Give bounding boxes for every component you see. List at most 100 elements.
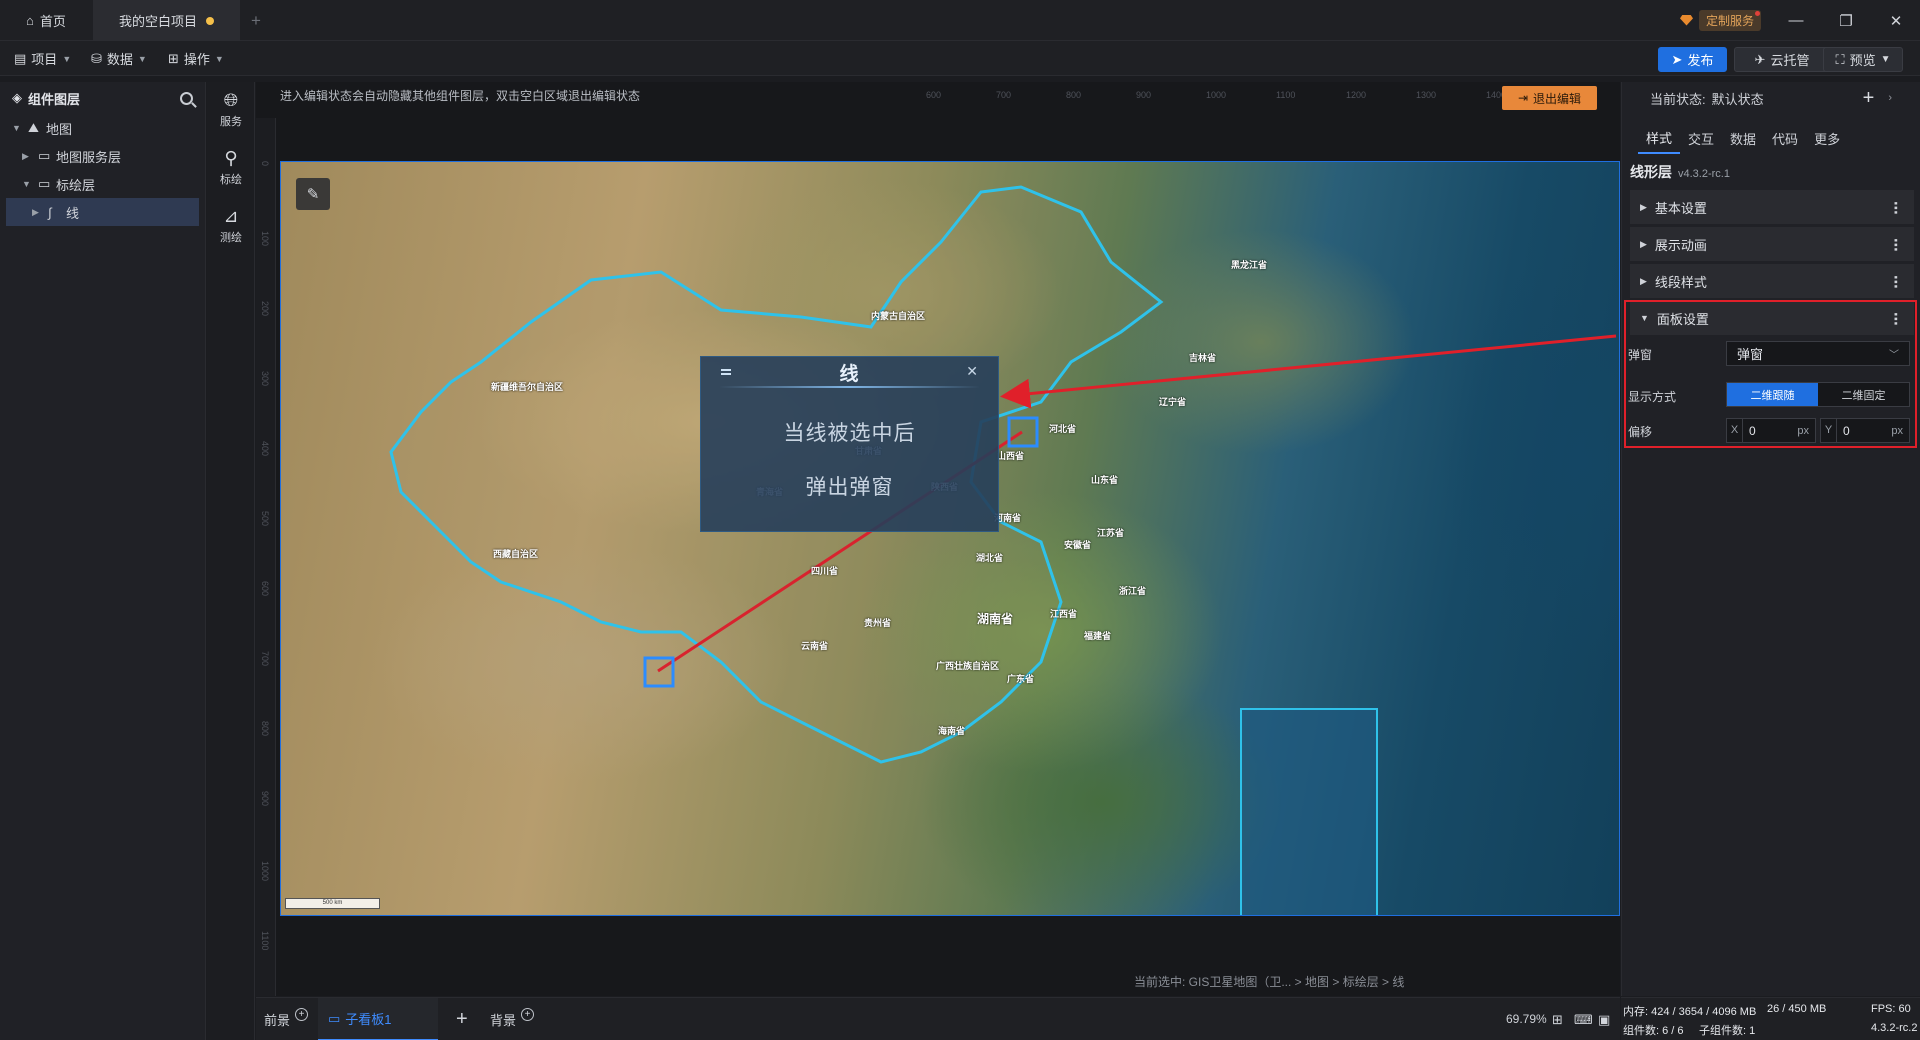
cloud-hosting-label: 云托管 bbox=[1770, 53, 1810, 68]
terminal-icon[interactable]: ▣ bbox=[1598, 998, 1610, 1040]
component-count: 组件数: 6 / 6 bbox=[1623, 1025, 1684, 1037]
exit-edit-button[interactable]: ⇥ 退出编辑 bbox=[1502, 86, 1597, 110]
subcomponent-count: 子组件数: 1 bbox=[1699, 1025, 1756, 1037]
add-subboard-button[interactable]: + bbox=[456, 998, 468, 1040]
add-tab-button[interactable]: + bbox=[246, 0, 266, 41]
province-label: 安徽省 bbox=[1064, 540, 1092, 550]
brush-tool-button[interactable]: ✎ bbox=[296, 178, 330, 210]
measure-icon: ⊿ bbox=[223, 206, 239, 226]
more-vertical-icon[interactable]: ⋯ bbox=[1888, 238, 1904, 251]
rail-label: 服务 bbox=[220, 116, 242, 128]
state-row: 当前状态: 默认状态 + › bbox=[1622, 82, 1920, 114]
publish-button[interactable]: ➤ 发布 bbox=[1658, 47, 1727, 72]
ruler-tick-label: 900 bbox=[260, 791, 270, 807]
caret-right-icon: ▶ bbox=[1640, 238, 1647, 249]
section-basic-settings[interactable]: ▶ 基本设置 ⋯ bbox=[1630, 190, 1914, 224]
publish-label: 发布 bbox=[1687, 53, 1714, 68]
ruler-tick-label: 1000 bbox=[260, 861, 270, 882]
ruler-tick-label: 700 bbox=[260, 651, 270, 667]
annotation-highlight-box bbox=[1624, 300, 1917, 448]
property-panel: 当前状态: 默认状态 + › 样式 交互 数据 代码 更多 线形层 v4.3.2… bbox=[1621, 82, 1920, 996]
province-label: 吉林省 bbox=[1189, 353, 1217, 363]
province-label: 广东省 bbox=[1007, 674, 1035, 684]
tab-more[interactable]: 更多 bbox=[1806, 122, 1848, 154]
search-icon[interactable] bbox=[180, 91, 193, 105]
line-popup[interactable]: 线 ✕ 当线被选中后 弹出弹窗 bbox=[700, 356, 999, 532]
add-circle-icon[interactable]: + bbox=[521, 1008, 535, 1021]
gem-icon bbox=[1680, 14, 1693, 26]
globe-icon: 🌐︎ bbox=[223, 90, 239, 110]
caret-right-icon: ▶ bbox=[22, 150, 29, 161]
menu-operate[interactable]: ⊞ 操作 ▼ bbox=[168, 41, 224, 76]
ruler-tick-label: 1300 bbox=[1416, 90, 1437, 100]
fit-screen-icon[interactable]: ⊞ bbox=[1552, 998, 1563, 1040]
property-tabs: 样式 交互 数据 代码 更多 bbox=[1638, 122, 1848, 154]
more-vertical-icon[interactable]: ⋯ bbox=[1888, 275, 1904, 288]
section-label: 展示动画 bbox=[1654, 237, 1707, 253]
menu-data-label: 数据 bbox=[106, 52, 133, 67]
ruler-tick-label: 600 bbox=[926, 90, 942, 100]
foreground-tab[interactable]: 前景 + bbox=[264, 998, 309, 1040]
rail-plot[interactable]: ⚲ 标绘 bbox=[207, 148, 255, 187]
keyboard-icon[interactable]: ⌨ bbox=[1574, 998, 1593, 1040]
province-label: 浙江省 bbox=[1119, 586, 1147, 596]
add-state-button[interactable]: + bbox=[1863, 87, 1875, 110]
province-label: 山东省 bbox=[1091, 475, 1119, 485]
tree-item-plot-layer[interactable]: ▼ ▭ 标绘层 bbox=[0, 170, 205, 198]
tab-home-label: 首页 bbox=[39, 14, 66, 29]
rail-service[interactable]: 🌐︎ 服务 bbox=[207, 90, 255, 129]
section-line-style[interactable]: ▶ 线段样式 ⋯ bbox=[1630, 264, 1914, 298]
tab-interaction[interactable]: 交互 bbox=[1680, 122, 1722, 154]
add-circle-icon[interactable]: + bbox=[295, 1008, 309, 1021]
close-window-button[interactable]: ✕ bbox=[1876, 0, 1916, 41]
selection-breadcrumb: 当前选中: GIS卫星地图（卫... > 地图 > 标绘层 > 线 bbox=[1134, 975, 1405, 989]
subboard-tab[interactable]: ▭ 子看板1 bbox=[318, 998, 438, 1040]
south-sea-inset bbox=[1240, 708, 1378, 915]
tree-item-map-service-layer[interactable]: ▶ ▭ 地图服务层 bbox=[0, 142, 205, 170]
caret-down-icon: ▼ bbox=[12, 123, 21, 133]
rail-label: 测绘 bbox=[220, 232, 242, 244]
section-display-animation[interactable]: ▶ 展示动画 ⋯ bbox=[1630, 227, 1914, 261]
minimize-button[interactable]: — bbox=[1776, 0, 1816, 41]
tree-item-line[interactable]: ▶ ∫ 线 bbox=[6, 198, 199, 226]
chevron-right-icon[interactable]: › bbox=[1888, 92, 1892, 104]
component-version: v4.3.2-rc.1 bbox=[1678, 168, 1730, 180]
menu-project[interactable]: ▤ 项目 ▼ bbox=[14, 41, 71, 76]
close-icon[interactable]: ✕ bbox=[966, 363, 978, 380]
province-label: 广西壮族自治区 bbox=[936, 661, 1000, 671]
restore-button[interactable]: ❐ bbox=[1826, 0, 1866, 41]
home-icon: ⌂ bbox=[26, 13, 34, 28]
more-vertical-icon[interactable]: ⋯ bbox=[1888, 201, 1904, 214]
layer-panel: ◈ 组件图层 ▼ ⛰ 地图 ▶ ▭ 地图服务层 ▼ ▭ 标绘层 ▶ ∫ 线 bbox=[0, 82, 206, 1040]
province-label: 内蒙古自治区 bbox=[871, 311, 926, 321]
tab-data[interactable]: 数据 bbox=[1722, 122, 1764, 154]
ruler-tick-label: 0 bbox=[260, 161, 270, 167]
tab-project[interactable]: 我的空白项目 bbox=[93, 0, 240, 41]
custom-service-button[interactable]: 定制服务 bbox=[1680, 9, 1762, 31]
state-value[interactable]: 默认状态 bbox=[1712, 89, 1764, 108]
tab-code[interactable]: 代码 bbox=[1764, 122, 1806, 154]
menu-project-label: 项目 bbox=[31, 52, 58, 67]
background-tab[interactable]: 背景 + bbox=[490, 998, 535, 1040]
tab-home[interactable]: ⌂ 首页 bbox=[0, 0, 93, 41]
exit-icon: ⇥ bbox=[1517, 91, 1529, 105]
app-version: 4.3.2-rc.2 bbox=[1871, 1022, 1918, 1034]
layer-panel-header: ◈ 组件图层 bbox=[0, 82, 205, 114]
chevron-down-icon: ▼ bbox=[214, 53, 224, 64]
rail-label: 标绘 bbox=[220, 174, 242, 186]
caret-right-icon: ▶ bbox=[1640, 275, 1647, 286]
preview-label: 预览 bbox=[1849, 53, 1876, 68]
ruler-tick-label: 1100 bbox=[1276, 90, 1296, 100]
chevron-down-icon: ▼ bbox=[137, 53, 147, 64]
preview-button[interactable]: ⛶ 预览 ▼ bbox=[1823, 47, 1903, 72]
cloud-hosting-button[interactable]: ✈ 云托管 bbox=[1734, 47, 1830, 72]
folder-icon: ▭ bbox=[38, 148, 51, 163]
menu-data[interactable]: ⛁ 数据 ▼ bbox=[91, 41, 147, 76]
zoom-level[interactable]: 69.79% bbox=[1506, 1012, 1547, 1026]
map-view[interactable]: ✎ 500 km 黑龙江省内蒙古自治区吉林省新疆维吾尔自治区辽宁省河北省甘肃省山… bbox=[280, 161, 1620, 916]
tab-style[interactable]: 样式 bbox=[1638, 122, 1681, 154]
ruler-tick-label: 1100 bbox=[260, 931, 270, 951]
rail-measure[interactable]: ⊿ 测绘 bbox=[207, 206, 255, 245]
province-label: 黑龙江省 bbox=[1231, 260, 1268, 270]
tree-item-map[interactable]: ▼ ⛰ 地图 bbox=[0, 114, 205, 142]
